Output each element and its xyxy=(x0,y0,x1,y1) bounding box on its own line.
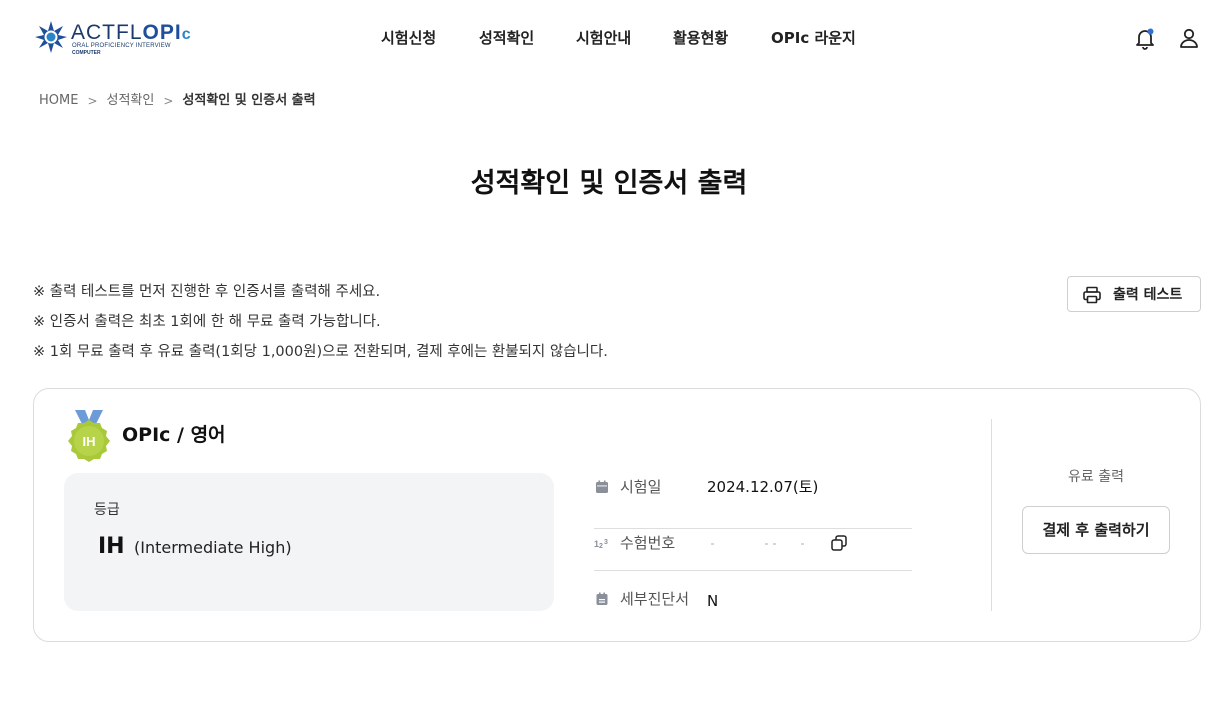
result-card: IH OPIc / 영어 등급 IH (Intermediate High) 시… xyxy=(33,388,1201,642)
grade-description: (Intermediate High) xyxy=(134,538,292,557)
nav-item-usage-status[interactable]: 활용현황 xyxy=(673,28,728,48)
number-icon: 1 2 3 xyxy=(594,539,608,550)
breadcrumb-home[interactable]: HOME xyxy=(39,92,78,110)
notice-item: ※ 출력 테스트를 먼저 진행한 후 인증서를 출력해 주세요. xyxy=(33,284,381,300)
nav-item-exam-guide[interactable]: 시험안내 xyxy=(576,28,631,48)
info-row-exam-number: 1 2 3 수험번호 xyxy=(594,515,912,571)
document-icon xyxy=(596,592,608,605)
masked-exam-number xyxy=(707,533,817,553)
user-icon xyxy=(1180,28,1198,48)
info-key-exam-date: 시험일 xyxy=(620,478,662,496)
notice-item: ※ 인증서 출력은 최초 1회에 한 해 무료 출력 가능합니다. xyxy=(33,314,381,330)
info-value-exam-date: 2024.12.07(토) xyxy=(707,478,819,496)
notice-item: ※ 1회 무료 출력 후 유료 출력(1회당 1,000원)으로 전환되며, 결… xyxy=(33,344,608,360)
page-title: 성적확인 및 인증서 출력 xyxy=(470,168,748,199)
grade-medal-icon: IH xyxy=(68,410,110,462)
pay-and-print-label: 결제 후 출력하기 xyxy=(1042,521,1150,539)
calendar-icon xyxy=(596,480,608,493)
breadcrumb-separator: > xyxy=(87,94,98,108)
notice-list: ※ 출력 테스트를 먼저 진행한 후 인증서를 출력해 주세요. ※ 인증서 출… xyxy=(33,277,793,367)
grade-label: 등급 xyxy=(94,502,120,518)
notification-button[interactable] xyxy=(1133,26,1157,50)
breadcrumb-score-check[interactable]: 성적확인 xyxy=(107,92,155,110)
nav-item-opic-lounge[interactable]: OPIc 라운지 xyxy=(771,28,856,48)
pay-and-print-button[interactable]: 결제 후 출력하기 xyxy=(1022,506,1170,554)
svg-text:3: 3 xyxy=(604,539,608,546)
main-nav: 시험신청 성적확인 시험안내 활용현황 OPIc 라운지 xyxy=(0,28,1218,50)
top-header: ACTFLOPIc ORAL PROFICIENCY INTERVIEW COM… xyxy=(0,0,1218,78)
exam-name: OPIc / 영어 xyxy=(122,424,226,446)
account-button[interactable] xyxy=(1177,26,1201,50)
breadcrumb-current: 성적확인 및 인증서 출력 xyxy=(182,93,316,108)
svg-text:2: 2 xyxy=(599,543,603,550)
nav-item-exam-apply[interactable]: 시험신청 xyxy=(381,28,436,48)
info-value-detailed-report: N xyxy=(707,592,719,610)
paid-print-label: 유료 출력 xyxy=(1068,469,1124,485)
logo-subtitle-computer: COMPUTER xyxy=(72,50,101,56)
grade-code: IH xyxy=(98,534,125,559)
printer-icon xyxy=(1083,286,1101,304)
breadcrumb: HOME > 성적확인 > 성적확인 및 인증서 출력 xyxy=(39,92,316,110)
copy-icon[interactable] xyxy=(830,534,848,552)
info-key-exam-number: 수험번호 xyxy=(620,534,676,552)
info-key-detailed-report: 세부진단서 xyxy=(620,590,690,608)
nav-item-score-check[interactable]: 성적확인 xyxy=(479,28,534,48)
print-test-label: 출력 테스트 xyxy=(1113,287,1183,303)
vertical-divider xyxy=(991,419,992,611)
grade-panel: 등급 IH (Intermediate High) xyxy=(64,473,554,611)
info-row-detailed-report: 세부진단서 N xyxy=(594,571,912,627)
bell-icon xyxy=(1136,28,1154,50)
medal-grade-text: IH xyxy=(83,434,96,449)
breadcrumb-separator: > xyxy=(163,94,174,108)
print-test-button[interactable]: 출력 테스트 xyxy=(1067,276,1201,312)
